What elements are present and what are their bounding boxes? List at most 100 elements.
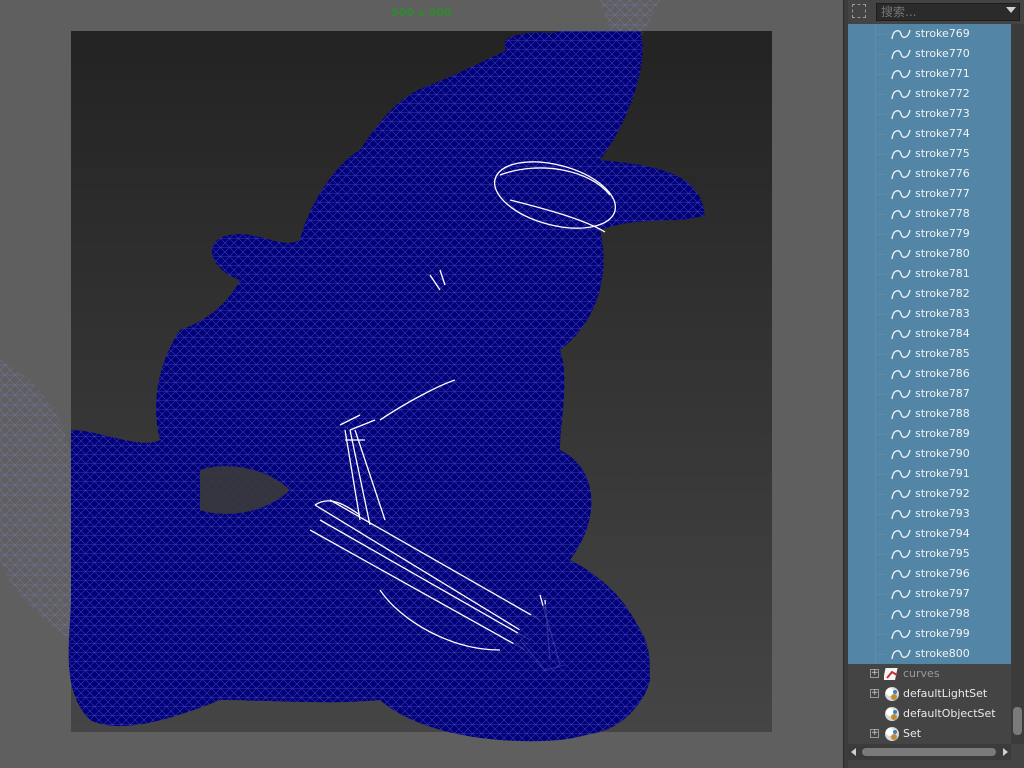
outliner-item-stroke[interactable]: stroke780	[848, 244, 1011, 264]
outliner-item-stroke[interactable]: stroke772	[848, 84, 1011, 104]
filter-icon[interactable]	[852, 4, 866, 18]
outliner-item-set[interactable]: + curves	[848, 664, 1011, 684]
tree-connector	[876, 354, 886, 355]
outliner-item-label: stroke774	[915, 127, 970, 140]
tree-connector	[876, 94, 886, 95]
tree-connector	[876, 614, 886, 615]
stroke-curve-icon	[891, 647, 911, 661]
outliner-item-stroke[interactable]: stroke794	[848, 524, 1011, 544]
stroke-curve-icon	[891, 427, 911, 441]
outliner-item-stroke[interactable]: stroke782	[848, 284, 1011, 304]
tree-connector	[876, 434, 886, 435]
outliner-item-stroke[interactable]: stroke788	[848, 404, 1011, 424]
stroke-curve-icon	[891, 27, 911, 41]
outliner-item-label: stroke789	[915, 427, 970, 440]
chevron-down-icon[interactable]	[1006, 7, 1016, 13]
outliner-item-set[interactable]: defaultObjectSet	[848, 704, 1011, 724]
stroke-curve-icon	[891, 487, 911, 501]
outliner-item-stroke[interactable]: stroke771	[848, 64, 1011, 84]
outliner-item-stroke[interactable]: stroke797	[848, 584, 1011, 604]
scroll-right-arrow-icon[interactable]	[1003, 748, 1008, 756]
outliner-item-stroke[interactable]: stroke783	[848, 304, 1011, 324]
outliner-item-label: stroke800	[915, 647, 970, 660]
stroke-curve-icon	[891, 47, 911, 61]
outliner-item-stroke[interactable]: stroke800	[848, 644, 1011, 664]
outliner-item-label: defaultLightSet	[903, 687, 988, 700]
tree-connector	[876, 314, 886, 315]
outliner-item-set[interactable]: + defaultLightSet	[848, 684, 1011, 704]
outliner-item-stroke[interactable]: stroke787	[848, 384, 1011, 404]
outliner-item-label: stroke781	[915, 267, 970, 280]
outliner-item-stroke[interactable]: stroke777	[848, 184, 1011, 204]
outliner-item-stroke[interactable]: stroke773	[848, 104, 1011, 124]
outliner-item-label: stroke772	[915, 87, 970, 100]
tree-connector	[876, 214, 886, 215]
outliner-list[interactable]: stroke769 stroke770 stroke771 stroke772 stro…	[848, 24, 1011, 744]
wireframe-scene[interactable]	[0, 0, 843, 768]
outliner-item-label: stroke788	[915, 407, 970, 420]
outliner-item-stroke[interactable]: stroke775	[848, 144, 1011, 164]
scroll-left-arrow-icon[interactable]	[851, 748, 856, 756]
stroke-curve-icon	[891, 507, 911, 521]
outliner-item-stroke[interactable]: stroke791	[848, 464, 1011, 484]
outliner-item-stroke[interactable]: stroke781	[848, 264, 1011, 284]
outliner-item-stroke[interactable]: stroke798	[848, 604, 1011, 624]
outliner-item-stroke[interactable]: stroke790	[848, 444, 1011, 464]
expand-plus-icon[interactable]: +	[870, 689, 879, 698]
stroke-curve-icon	[891, 227, 911, 241]
outliner-item-set[interactable]: + Set	[848, 724, 1011, 744]
horizontal-scrollbar[interactable]	[848, 744, 1011, 760]
outliner-item-label: stroke784	[915, 327, 970, 340]
outliner-item-stroke[interactable]: stroke792	[848, 484, 1011, 504]
tree-connector	[876, 294, 886, 295]
expand-plus-icon[interactable]: +	[870, 729, 879, 738]
vertical-scrollbar[interactable]	[1011, 24, 1024, 744]
outliner-item-label: stroke795	[915, 547, 970, 560]
outliner-item-stroke[interactable]: stroke789	[848, 424, 1011, 444]
outliner-item-label: stroke798	[915, 607, 970, 620]
expand-plus-icon[interactable]: +	[870, 669, 879, 678]
stroke-curve-icon	[891, 367, 911, 381]
stroke-curve-icon	[891, 567, 911, 581]
outliner-item-stroke[interactable]: stroke793	[848, 504, 1011, 524]
outliner-item-label: stroke771	[915, 67, 970, 80]
outliner-item-stroke[interactable]: stroke769	[848, 24, 1011, 44]
outliner-item-stroke[interactable]: stroke776	[848, 164, 1011, 184]
tree-connector	[876, 154, 886, 155]
outliner-search-bar	[848, 0, 1024, 24]
outliner-item-label: stroke792	[915, 487, 970, 500]
horizontal-scroll-thumb[interactable]	[862, 748, 996, 756]
outliner-item-stroke[interactable]: stroke785	[848, 344, 1011, 364]
outliner-item-stroke[interactable]: stroke774	[848, 124, 1011, 144]
search-input[interactable]	[876, 3, 1020, 21]
stroke-curve-icon	[891, 87, 911, 101]
tree-connector	[876, 114, 886, 115]
outliner-item-stroke[interactable]: stroke784	[848, 324, 1011, 344]
outliner-item-stroke[interactable]: stroke799	[848, 624, 1011, 644]
vertical-scroll-thumb[interactable]	[1013, 707, 1022, 735]
outliner-item-label: stroke787	[915, 387, 970, 400]
outliner-item-stroke[interactable]: stroke796	[848, 564, 1011, 584]
stroke-curve-icon	[891, 327, 911, 341]
wireframe-sphere	[510, 595, 650, 735]
tree-connector	[876, 54, 886, 55]
outliner-item-stroke[interactable]: stroke786	[848, 364, 1011, 384]
outliner-item-stroke[interactable]: stroke779	[848, 224, 1011, 244]
outliner-item-stroke[interactable]: stroke795	[848, 544, 1011, 564]
outliner-item-label: stroke783	[915, 307, 970, 320]
curves-set-icon	[883, 666, 900, 682]
tree-connector	[876, 334, 886, 335]
stroke-curve-icon	[891, 467, 911, 481]
set-icon	[884, 726, 900, 742]
stroke-curve-icon	[891, 387, 911, 401]
light-set-icon	[884, 686, 900, 702]
outliner-item-label: stroke777	[915, 187, 970, 200]
outliner-item-stroke[interactable]: stroke770	[848, 44, 1011, 64]
viewport-panel[interactable]: 500 x 500	[0, 0, 843, 768]
stroke-curve-icon	[891, 607, 911, 621]
stroke-curve-icon	[891, 107, 911, 121]
outliner-panel: stroke769 stroke770 stroke771 stroke772 stro…	[848, 0, 1024, 768]
stroke-curve-icon	[891, 187, 911, 201]
outliner-item-stroke[interactable]: stroke778	[848, 204, 1011, 224]
outliner-item-label: stroke799	[915, 627, 970, 640]
